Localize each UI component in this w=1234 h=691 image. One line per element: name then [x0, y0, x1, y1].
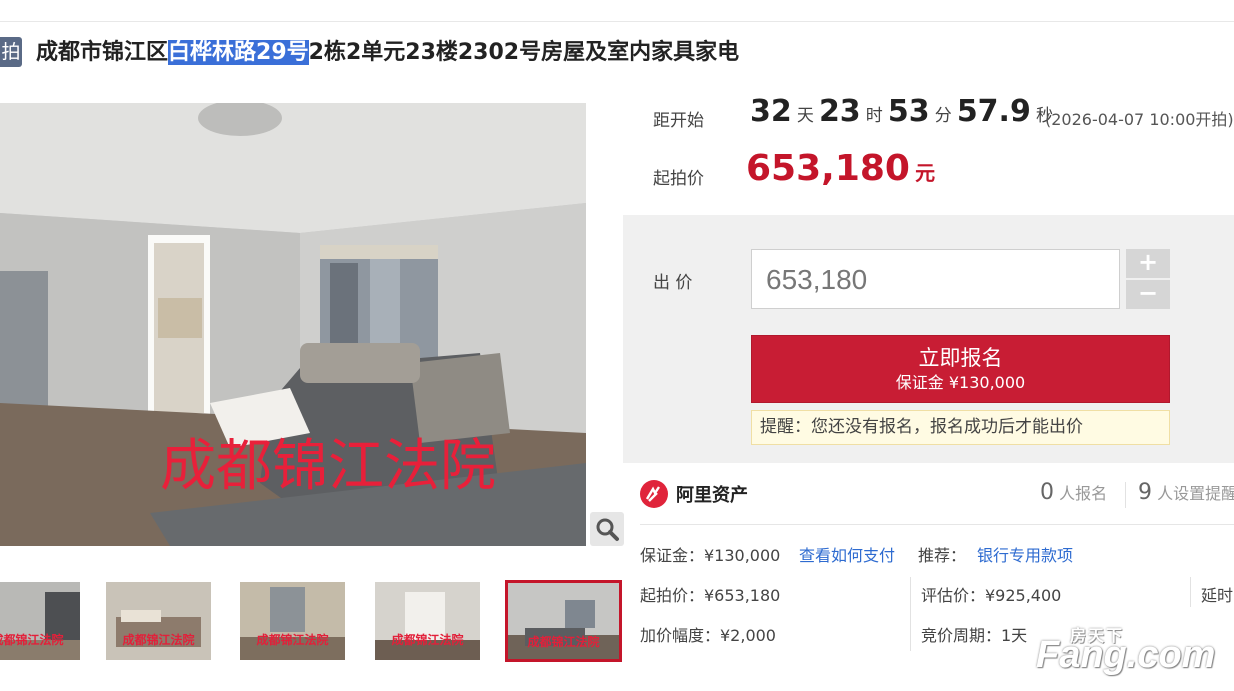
- thumbnail-4[interactable]: 成都锦江法院: [375, 582, 480, 660]
- start-price-label: 起拍价: [653, 169, 704, 189]
- how-to-pay-link[interactable]: 查看如何支付: [799, 542, 895, 566]
- deposit-info: 保证金：¥130,000: [640, 546, 781, 565]
- signup-label: 立即报名: [918, 346, 1003, 370]
- countdown-seconds: 57.9: [956, 94, 1031, 129]
- thumbnail-2-image: [106, 582, 211, 660]
- reminders-label: 人设置提醒: [1157, 484, 1234, 503]
- bank-fund-link[interactable]: 银行专用款项: [977, 542, 1073, 566]
- thumbnail-1-caption: 成都锦江法院: [0, 633, 64, 647]
- valuation-detail: 评估价：¥925,400: [921, 586, 1062, 605]
- detail-divider-1: [910, 577, 911, 651]
- start-time-info: (2026-04-07 10:00开拍): [1045, 110, 1234, 129]
- countdown-minutes: 53: [887, 94, 930, 129]
- thumbnail-1[interactable]: 成都锦江法院: [0, 582, 80, 660]
- cycle-detail: 竞价周期：1天: [921, 626, 1028, 645]
- countdown-label: 距开始: [653, 111, 704, 131]
- countdown-timer: 32 天 23 时 53 分 57.9 秒: [750, 94, 1053, 129]
- fang-watermark: 房天下 Fang.com: [1036, 622, 1226, 680]
- stat-divider: [1125, 482, 1126, 508]
- signups-label: 人报名: [1059, 484, 1108, 503]
- title-highlight: 白桦林路29号: [168, 40, 309, 65]
- platform-name: 阿里资产: [676, 485, 748, 506]
- thumbnail-4-image: [375, 582, 480, 660]
- thumbnail-3-caption: 成都锦江法院: [256, 633, 329, 647]
- decrease-bid-button[interactable]: −: [1126, 280, 1170, 309]
- recommend-label: 推荐：: [918, 546, 967, 565]
- platform-divider: [640, 524, 1234, 525]
- ali-assets-logo-icon: [640, 480, 668, 508]
- main-photo[interactable]: 成都锦江法院: [0, 103, 586, 546]
- start-price-detail: 起拍价：¥653,180: [640, 586, 781, 605]
- detail-divider-2: [1190, 577, 1191, 607]
- signup-button[interactable]: 立即报名 保证金 ¥130,000: [751, 335, 1170, 403]
- reminders-count: 9: [1138, 480, 1152, 505]
- reminder-stat: 9 人设置提醒: [1138, 480, 1234, 505]
- countdown-days: 32: [750, 94, 792, 129]
- start-price-unit: 元: [915, 161, 936, 185]
- start-price: 653,180 元: [746, 148, 935, 189]
- increase-bid-button[interactable]: +: [1126, 249, 1170, 278]
- countdown-hours: 23: [818, 94, 861, 129]
- thumbnail-2[interactable]: 成都锦江法院: [106, 582, 211, 660]
- bid-input[interactable]: 653,180: [751, 249, 1120, 309]
- magnifier-icon: [596, 518, 619, 541]
- thumbnail-5-caption: 成都锦江法院: [527, 635, 600, 649]
- minutes-unit: 分: [934, 106, 952, 126]
- reminder-notice: 提醒：您还没有报名，报名成功后才能出价: [751, 410, 1170, 445]
- thumbnail-4-caption: 成都锦江法院: [391, 633, 464, 647]
- title-post: 2栋2单元23楼2302号房屋及室内家具家电: [308, 40, 740, 65]
- title-pre: 成都市锦江区: [36, 40, 169, 65]
- signups-count: 0: [1040, 480, 1054, 505]
- start-price-value: 653,180: [746, 148, 910, 189]
- deposit-label: 保证金 ¥130,000: [895, 373, 1026, 392]
- bid-label: 出 价: [653, 273, 693, 293]
- days-unit: 天: [796, 106, 814, 126]
- delay-detail: 延时: [1201, 586, 1234, 605]
- thumbnail-5-selected[interactable]: 成都锦江法院: [505, 580, 622, 662]
- thumbnail-2-caption: 成都锦江法院: [122, 633, 195, 647]
- hours-unit: 时: [865, 106, 883, 126]
- zoom-button[interactable]: [590, 512, 624, 546]
- increment-detail: 加价幅度：¥2,000: [640, 626, 776, 645]
- thumbnail-3-image: [240, 582, 345, 660]
- photo-watermark-text: 成都锦江法院: [160, 436, 496, 498]
- page-title: 成都市锦江区白桦林路29号2栋2单元23楼2302号房屋及室内家具家电: [36, 38, 739, 68]
- watermark-en: Fang.com: [1036, 634, 1216, 676]
- auction-tag: 拍: [0, 37, 22, 67]
- thumbnail-3[interactable]: 成都锦江法院: [240, 582, 345, 660]
- top-divider: [0, 21, 1234, 22]
- signup-stat: 0 人报名: [1040, 480, 1107, 505]
- thumbnail-1-image: [0, 582, 80, 660]
